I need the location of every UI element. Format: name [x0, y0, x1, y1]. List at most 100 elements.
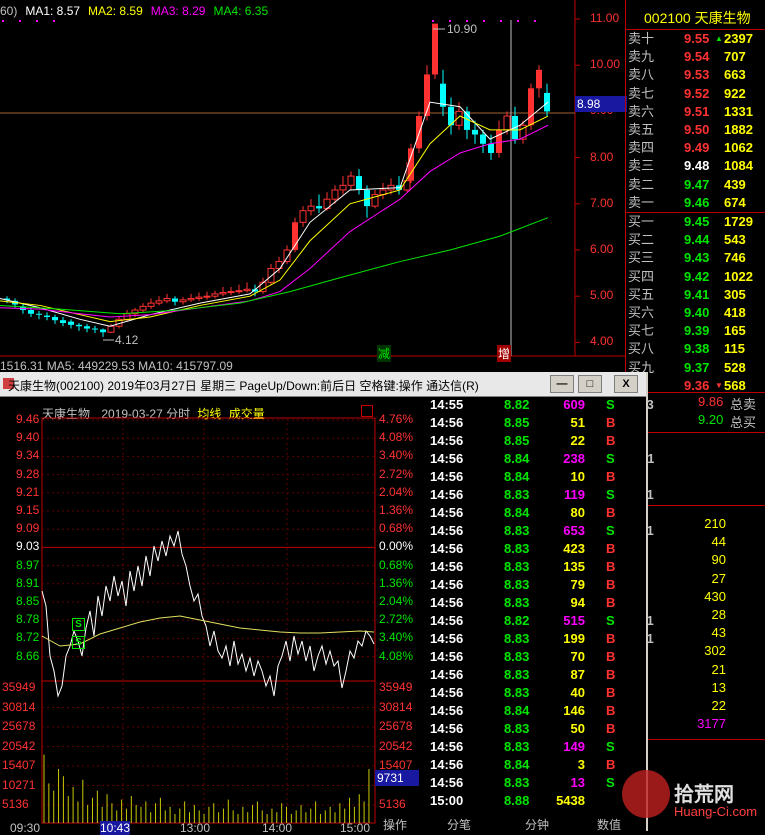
candle-body	[348, 176, 354, 185]
tick-time: 14:56	[430, 432, 463, 450]
level-price: 9.49	[684, 139, 709, 157]
candle-body	[316, 206, 322, 208]
sell-level-row: 卖六9.511331	[626, 103, 765, 122]
tick-price: 8.88	[504, 792, 529, 810]
tick-time: 14:56	[430, 504, 463, 522]
candlestick-chart[interactable]	[0, 0, 625, 372]
percent-axis-label: 4.08%	[379, 430, 413, 444]
candle-body	[140, 306, 146, 310]
level-qty: 2397	[724, 30, 753, 48]
price-axis-label: 8.00	[590, 150, 613, 164]
sell-signal-icon: S	[72, 636, 85, 649]
level-price: 9.51	[684, 103, 709, 121]
tick-row: 14:568.8370B6	[428, 648, 654, 666]
extra-value: 90	[712, 551, 726, 569]
volume-axis-label: 15407	[2, 758, 35, 772]
ma1-line	[0, 102, 548, 326]
kline-panel[interactable]: 60)MA1: 8.57MA2: 8.59MA3: 8.29MA4: 6.35 …	[0, 0, 625, 372]
tick-volume: 94	[571, 594, 585, 612]
percent-axis-label: 4.08%	[379, 649, 413, 663]
bottom-tab[interactable]: 分笔	[447, 819, 471, 831]
tick-price: 8.83	[504, 576, 529, 594]
tick-row: 14:568.8551B2	[428, 414, 654, 432]
buy-level-row: 买一9.451729	[626, 213, 765, 232]
tick-volume: 79	[571, 576, 585, 594]
candle-body	[544, 93, 550, 111]
tick-time: 14:56	[430, 522, 463, 540]
level-price: 9.47	[684, 176, 709, 194]
level-price: 9.43	[684, 249, 709, 267]
tick-volume: 5438	[556, 792, 585, 810]
level-arrow-icon: ▲	[715, 30, 723, 48]
intraday-window[interactable]: 天康生物(002100) 2019年03月27日 星期三 PageUp/Down…	[0, 372, 648, 831]
watermark-site: Huang-Ci.com	[674, 804, 757, 819]
price-axis-label: 8.97	[16, 558, 39, 572]
tick-time: 14:56	[430, 612, 463, 630]
level-label: 买一	[628, 213, 654, 231]
candle-body	[148, 303, 154, 306]
candle-body	[100, 329, 106, 332]
level-qty: 418	[724, 304, 746, 322]
total-sell-label: 总卖	[730, 394, 756, 413]
candle-body	[204, 296, 210, 297]
time-axis-label: 10:43	[100, 821, 130, 835]
percent-axis-label: 1.36%	[379, 503, 413, 517]
buy-level-row: 买六9.40418	[626, 304, 765, 323]
tick-time: 14:56	[430, 468, 463, 486]
sell-level-row: 卖九9.54707	[626, 48, 765, 67]
candle-body	[44, 316, 50, 317]
volume-axis-label-right: 25678	[379, 719, 412, 733]
tick-time: 15:00	[430, 792, 463, 810]
tick-volume: 80	[571, 504, 585, 522]
tick-volume: 146	[563, 702, 585, 720]
window-title: 天康生物(002100) 2019年03月27日 星期三 PageUp/Down…	[8, 377, 479, 394]
price-tag: 8.98	[575, 96, 627, 112]
level-label: 卖六	[628, 103, 654, 121]
price-axis-label: 8.91	[16, 576, 39, 590]
tick-price: 8.82	[504, 396, 529, 414]
percent-axis-label: 0.68%	[379, 558, 413, 572]
level-qty: 1729	[724, 213, 753, 231]
sell-level-row: 卖十9.55▲2397	[626, 30, 765, 49]
tick-volume: 10	[571, 468, 585, 486]
tick-side: S	[606, 450, 615, 468]
watermark-text: 拾荒网	[674, 778, 734, 807]
price-axis-label: 9.03	[16, 539, 39, 553]
tick-volume: 13	[571, 774, 585, 792]
tick-time: 14:56	[430, 648, 463, 666]
close-button[interactable]: X	[614, 375, 638, 393]
tick-list[interactable]: 14:558.82609S3514:568.8551B214:568.8522B…	[428, 396, 654, 811]
level-label: 买八	[628, 340, 654, 358]
tick-volume: 40	[571, 684, 585, 702]
tick-row: 14:568.83149S7	[428, 738, 654, 756]
time-axis-label: 09:30	[10, 821, 40, 835]
sell-signal-icon: S	[72, 618, 85, 631]
level-price: 9.55	[684, 30, 709, 48]
candle-body	[60, 320, 66, 323]
kline-price-axis: 11.0010.009.008.007.006.005.004.00	[576, 0, 624, 372]
bottom-tab[interactable]: 数值	[597, 819, 621, 831]
marker-zeng: 增	[497, 345, 511, 362]
sell-level-row: 卖二9.47439	[626, 176, 765, 195]
signal-dot	[19, 20, 21, 22]
tick-side: B	[606, 756, 615, 774]
bottom-tab[interactable]: 分钟	[525, 819, 549, 831]
tick-side: S	[606, 738, 615, 756]
maximize-button[interactable]: □	[578, 375, 602, 393]
window-titlebar[interactable]: 天康生物(002100) 2019年03月27日 星期三 PageUp/Down…	[0, 372, 646, 397]
tick-time: 14:56	[430, 594, 463, 612]
volume-axis-label: 20542	[2, 739, 35, 753]
candle-body	[212, 294, 218, 296]
tick-row: 14:568.8522B2	[428, 432, 654, 450]
level-qty: 439	[724, 176, 746, 194]
tick-row: 14:568.8480B5	[428, 504, 654, 522]
tick-count: 35	[647, 396, 654, 414]
buy-level-row: 买三9.43746	[626, 249, 765, 268]
minimize-button[interactable]: —	[550, 375, 574, 393]
extra-value: 44	[712, 533, 726, 551]
tick-count: 11	[647, 450, 654, 468]
candle-body	[220, 293, 226, 294]
level-qty: 1882	[724, 121, 753, 139]
sell-level-row: 卖八9.53663	[626, 66, 765, 85]
bottom-tab[interactable]: 操作	[383, 819, 407, 831]
